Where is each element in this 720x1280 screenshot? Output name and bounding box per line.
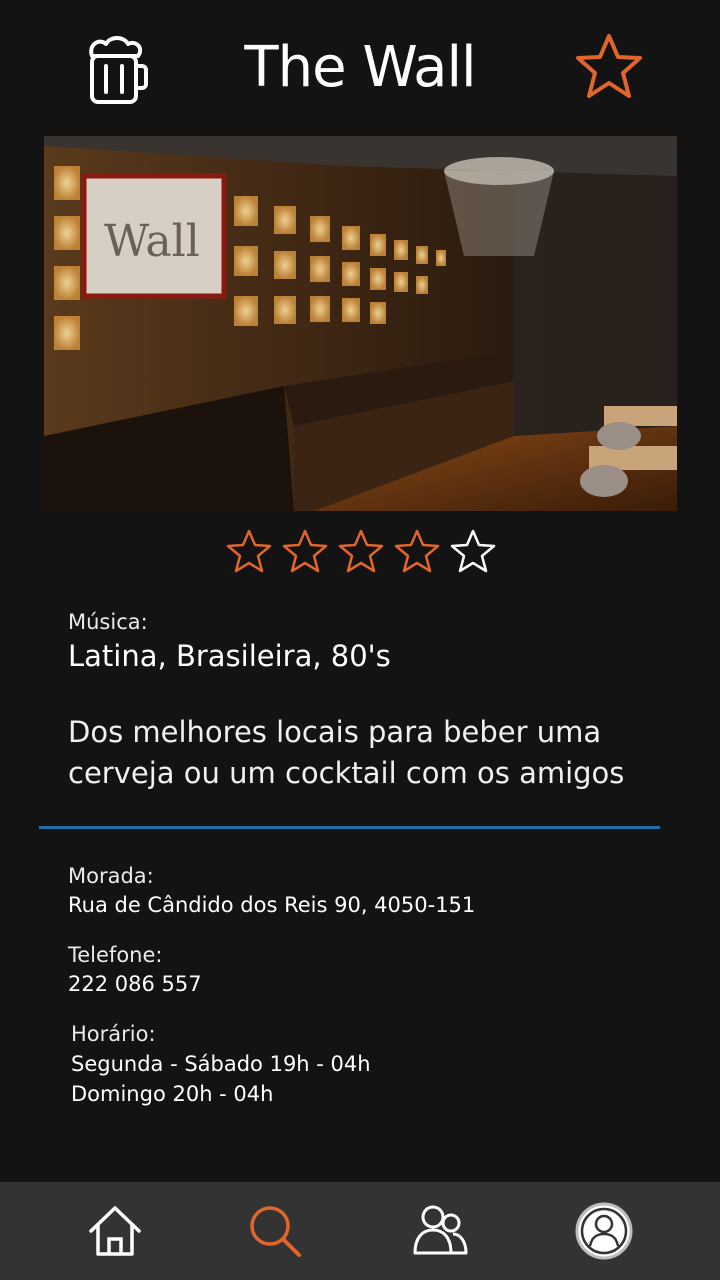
bottom-nav bbox=[0, 1182, 720, 1280]
star-filled-icon[interactable] bbox=[338, 528, 384, 574]
nav-friends-button[interactable] bbox=[390, 1182, 490, 1280]
star-filled-icon[interactable] bbox=[394, 528, 440, 574]
phone-section: Telefone: 222 086 557 bbox=[68, 941, 680, 999]
description: Dos melhores locais para beber uma cerve… bbox=[68, 712, 680, 794]
section-divider bbox=[39, 826, 660, 829]
app-header: The Wall bbox=[0, 0, 720, 136]
star-rating[interactable] bbox=[226, 528, 496, 574]
bar-photo: Wall bbox=[44, 136, 677, 511]
svg-text:Wall: Wall bbox=[104, 216, 200, 267]
beer-mug-icon bbox=[89, 36, 148, 104]
nav-home-button[interactable] bbox=[65, 1182, 165, 1280]
page-title: The Wall bbox=[244, 35, 476, 100]
address-section: Morada: Rua de Cândido dos Reis 90, 4050… bbox=[68, 862, 680, 920]
star-empty-icon[interactable] bbox=[450, 528, 496, 574]
search-icon bbox=[250, 1206, 301, 1257]
description-line-1: Dos melhores locais para beber uma bbox=[68, 715, 602, 749]
favorite-star-icon[interactable] bbox=[574, 32, 644, 102]
address-value[interactable]: Rua de Cândido dos Reis 90, 4050-151 bbox=[68, 890, 680, 920]
star-filled-icon[interactable] bbox=[226, 528, 272, 574]
friends-icon bbox=[413, 1205, 468, 1255]
phone-label: Telefone: bbox=[68, 943, 163, 967]
hours-line-2: Domingo 20h - 04h bbox=[71, 1082, 274, 1106]
hours-line-1: Segunda - Sábado 19h - 04h bbox=[71, 1052, 371, 1076]
music-label: Música: bbox=[68, 610, 148, 634]
address-label: Morada: bbox=[68, 864, 154, 888]
hours-section: Horário: Segunda - Sábado 19h - 04h Domi… bbox=[71, 1020, 680, 1109]
music-value: Latina, Brasileira, 80's bbox=[68, 639, 391, 673]
home-icon bbox=[89, 1206, 141, 1256]
description-line-2: cerveja ou um cocktail com os amigos bbox=[68, 756, 625, 790]
music-section: Música: Latina, Brasileira, 80's bbox=[68, 608, 680, 676]
hours-label: Horário: bbox=[71, 1022, 156, 1046]
phone-value[interactable]: 222 086 557 bbox=[68, 969, 680, 999]
profile-icon bbox=[575, 1202, 633, 1260]
bar-interior-illustration: Wall bbox=[44, 136, 677, 511]
nav-profile-button[interactable] bbox=[554, 1182, 654, 1280]
star-filled-icon[interactable] bbox=[282, 528, 328, 574]
nav-search-button[interactable] bbox=[225, 1182, 325, 1280]
